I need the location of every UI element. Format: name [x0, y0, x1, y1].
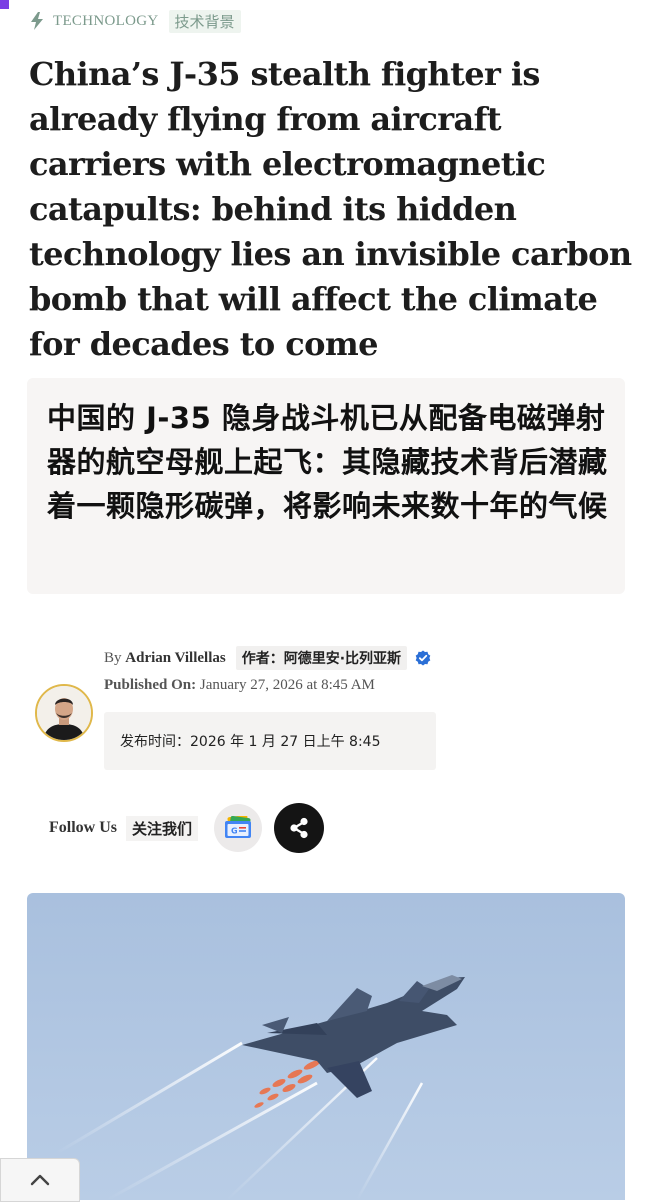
category-label-zh: 技术背景 — [168, 9, 241, 33]
author-avatar[interactable] — [35, 684, 93, 742]
scroll-to-top-button[interactable] — [0, 1158, 80, 1202]
published-line: Published On: January 27, 2026 at 8:45 A… — [104, 677, 375, 694]
svg-text:G: G — [231, 827, 238, 836]
category-tag[interactable]: TECHNOLOGY 技术背景 — [30, 9, 241, 33]
category-label[interactable]: TECHNOLOGY — [53, 13, 159, 30]
article-headline: China’s J-35 stealth fighter is already … — [29, 55, 632, 363]
follow-label: Follow Us — [49, 819, 117, 836]
share-icon — [290, 817, 308, 839]
chevron-up-icon — [30, 1174, 50, 1186]
follow-row: Follow Us 关注我们 G — [49, 803, 325, 853]
published-date-zh: 发布时间：2026 年 1 月 27 日上午 8:45 — [120, 734, 381, 750]
author-name[interactable]: Adrian Villellas — [125, 650, 225, 666]
hero-image[interactable] — [27, 893, 625, 1200]
verified-check-icon — [415, 650, 431, 666]
google-news-button[interactable]: G — [214, 804, 263, 852]
headline-translation-box: 中国的 J-35 隐身战斗机已从配备电磁弹射器的航空母舰上起飞：其隐藏技术背后潜… — [27, 378, 625, 594]
corner-accent — [0, 0, 9, 9]
fighter-jet-photo — [27, 893, 625, 1200]
published-label: Published On: — [104, 677, 197, 693]
published-translation-box: 发布时间：2026 年 1 月 27 日上午 8:45 — [104, 712, 436, 770]
google-news-icon: G — [225, 816, 252, 838]
byline: By Adrian Villellas 作者：阿德里安·比列亚斯 — [104, 645, 431, 671]
published-date: January 27, 2026 at 8:45 AM — [199, 677, 375, 693]
follow-label-zh: 关注我们 — [126, 815, 199, 841]
lightning-bolt-icon — [31, 12, 43, 30]
author-name-zh: 作者：阿德里安·比列亚斯 — [235, 646, 408, 670]
author-photo — [37, 686, 91, 740]
article-headline-zh: 中国的 J-35 隐身战斗机已从配备电磁弹射器的航空母舰上起飞：其隐藏技术背后潜… — [47, 401, 608, 523]
by-prefix: By — [104, 649, 122, 666]
share-button[interactable] — [274, 803, 325, 853]
